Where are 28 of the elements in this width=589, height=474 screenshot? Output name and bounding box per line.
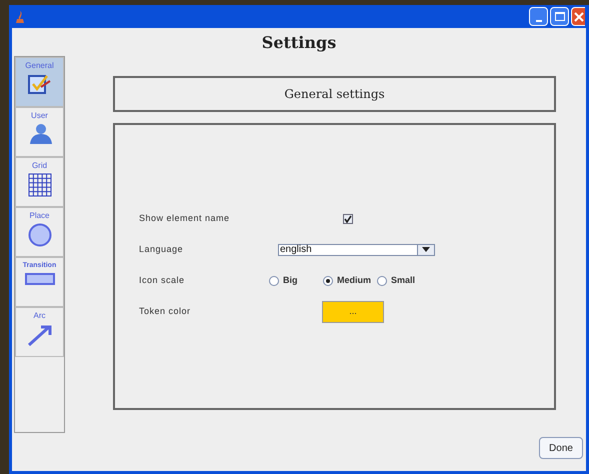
checklist-icon <box>26 73 52 95</box>
minimize-button[interactable] <box>529 7 548 26</box>
sidebar-tab[interactable]: Arc <box>15 307 64 357</box>
section-header: General settings <box>113 76 556 112</box>
setting-label: Icon scale <box>139 274 186 287</box>
grid-icon <box>28 173 52 197</box>
sidebar-tab[interactable]: Place <box>15 207 64 257</box>
rectangle-icon <box>24 273 54 285</box>
close-icon <box>574 12 584 22</box>
close-button[interactable] <box>571 7 585 26</box>
radio-option[interactable]: Medium <box>323 274 376 288</box>
maximize-button[interactable] <box>550 7 569 26</box>
sidebar-tab[interactable]: User <box>15 107 64 157</box>
sidebar-tab[interactable]: Grid <box>15 157 64 207</box>
dialog-title: Settings <box>260 32 338 53</box>
circle-icon <box>28 223 52 247</box>
done-button[interactable]: Done <box>539 437 583 459</box>
token-color-button[interactable]: ... <box>322 300 384 322</box>
checkbox[interactable] <box>343 214 353 224</box>
setting-label: Show element name <box>139 212 231 225</box>
arrow-icon <box>26 323 52 347</box>
setting-label: Token color <box>139 304 192 318</box>
app-icon <box>13 10 27 24</box>
radio-option[interactable]: Big <box>269 274 322 288</box>
radio-option[interactable]: Small <box>377 274 430 288</box>
language-dropdown[interactable]: english <box>278 244 435 256</box>
caret-icon <box>422 247 430 252</box>
setting-label: Language <box>139 242 184 256</box>
